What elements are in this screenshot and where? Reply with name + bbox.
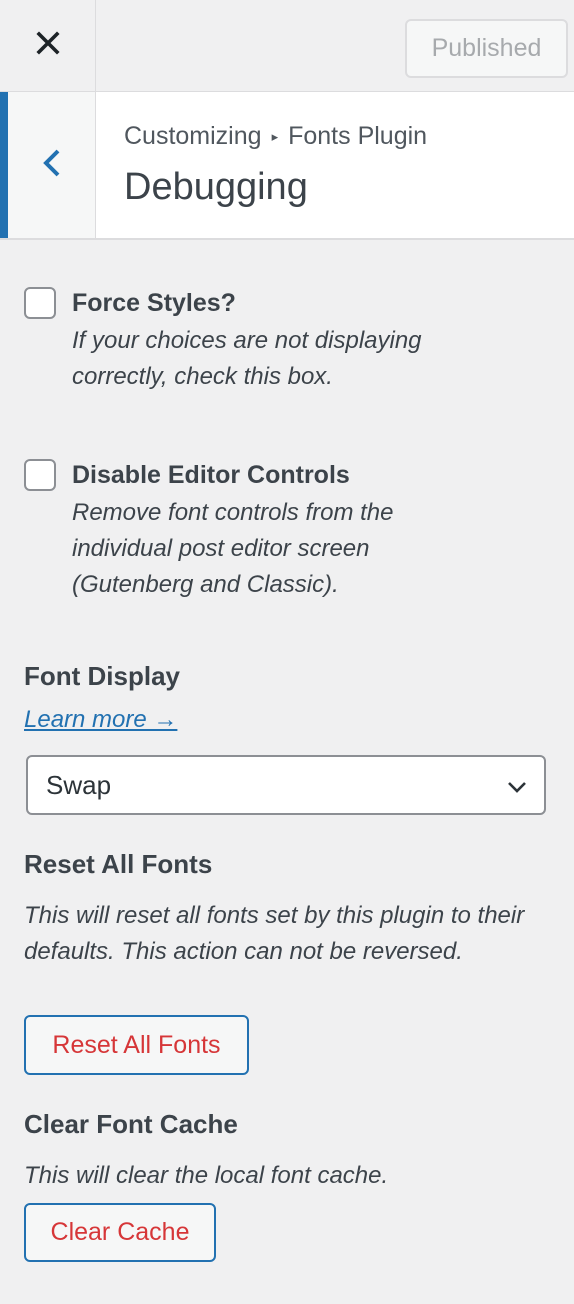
- font-display-selected: Swap: [46, 769, 112, 800]
- force-styles-description: If your choices are not displaying corre…: [72, 327, 422, 390]
- disable-editor-control: Disable Editor Controls Remove font cont…: [24, 459, 554, 603]
- disable-editor-checkbox[interactable]: [24, 459, 56, 491]
- reset-fonts-description: This will reset all fonts set by this pl…: [24, 902, 525, 965]
- back-button[interactable]: [0, 92, 96, 238]
- close-icon: [35, 30, 61, 61]
- learn-more-link[interactable]: Learn more →: [24, 706, 177, 734]
- disable-editor-label: Disable Editor Controls: [72, 461, 350, 489]
- chevron-left-icon: [40, 147, 64, 184]
- clear-cache-title: Clear Font Cache: [24, 1109, 238, 1139]
- breadcrumb-root: Customizing: [124, 122, 262, 150]
- disable-editor-description: Remove font controls from the individual…: [72, 499, 394, 598]
- force-styles-checkbox[interactable]: [24, 287, 56, 319]
- breadcrumb-parent: Fonts Plugin: [288, 122, 428, 150]
- font-display-control: Font Display Learn more →: [24, 660, 554, 734]
- reset-fonts-control: Reset All Fonts This will reset all font…: [24, 848, 554, 970]
- force-styles-control: Force Styles? If your choices are not di…: [24, 287, 554, 395]
- section-header: Customizing ▸ Fonts Plugin Debugging: [0, 92, 574, 240]
- force-styles-label: Force Styles?: [72, 289, 236, 317]
- font-display-title: Font Display: [24, 661, 181, 691]
- publish-button[interactable]: Published: [405, 19, 568, 78]
- breadcrumb: Customizing ▸ Fonts Plugin: [124, 122, 427, 151]
- close-button[interactable]: [0, 0, 96, 91]
- clear-cache-button[interactable]: Clear Cache: [24, 1203, 216, 1262]
- customizer-header: Published: [0, 0, 574, 92]
- reset-all-fonts-button[interactable]: Reset All Fonts: [24, 1015, 249, 1075]
- breadcrumb-separator-icon: ▸: [271, 128, 279, 144]
- reset-fonts-title: Reset All Fonts: [24, 849, 213, 879]
- font-display-select[interactable]: Swap: [26, 755, 546, 815]
- page-title: Debugging: [124, 166, 308, 208]
- clear-cache-description: This will clear the local font cache.: [24, 1162, 389, 1189]
- clear-cache-control: Clear Font Cache This will clear the loc…: [24, 1108, 554, 1194]
